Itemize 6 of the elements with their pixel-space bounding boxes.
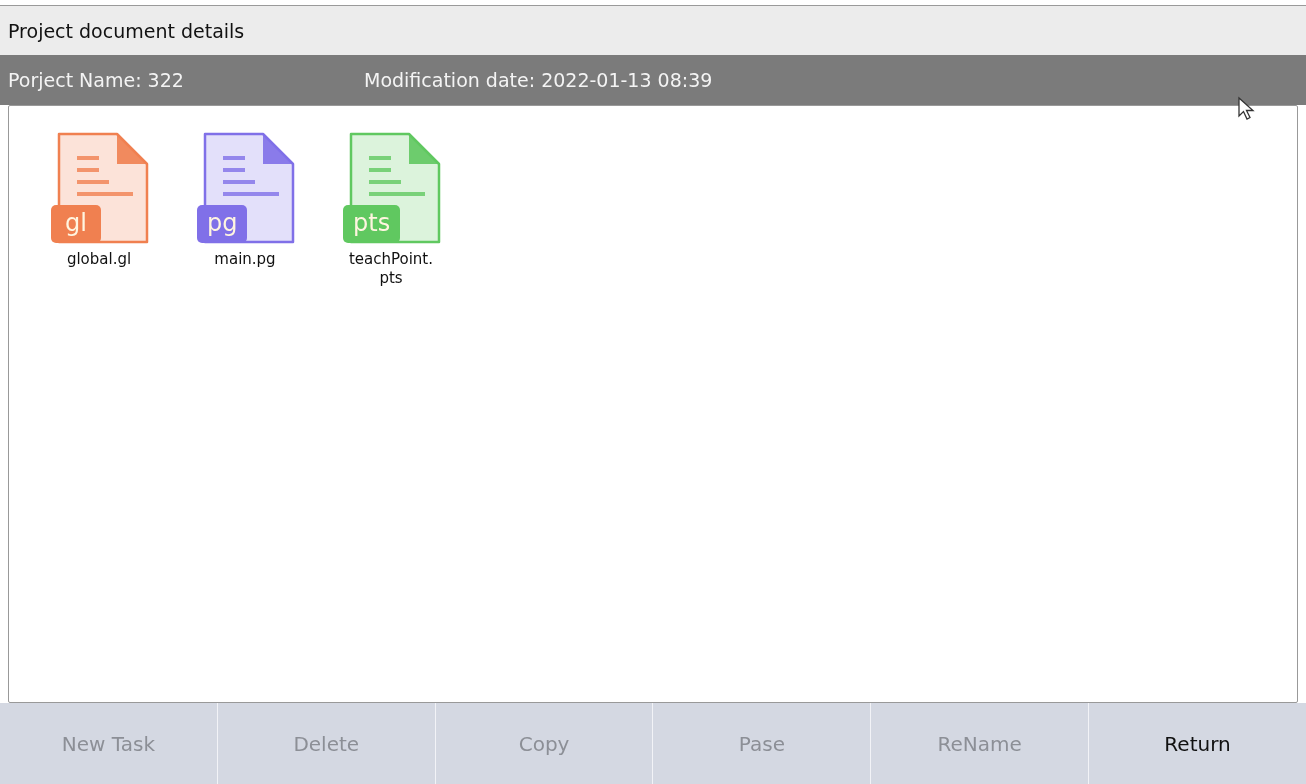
project-name: Porject Name: 322 (8, 69, 185, 91)
modification-date: Modification date: 2022-01-13 08:39 (364, 69, 713, 91)
file-item[interactable]: pg main.pg (193, 130, 297, 288)
window-title: Project document details (8, 19, 245, 42)
file-item[interactable]: pts teachPoint.pts (339, 130, 443, 288)
file-item[interactable]: gl global.gl (47, 130, 151, 288)
